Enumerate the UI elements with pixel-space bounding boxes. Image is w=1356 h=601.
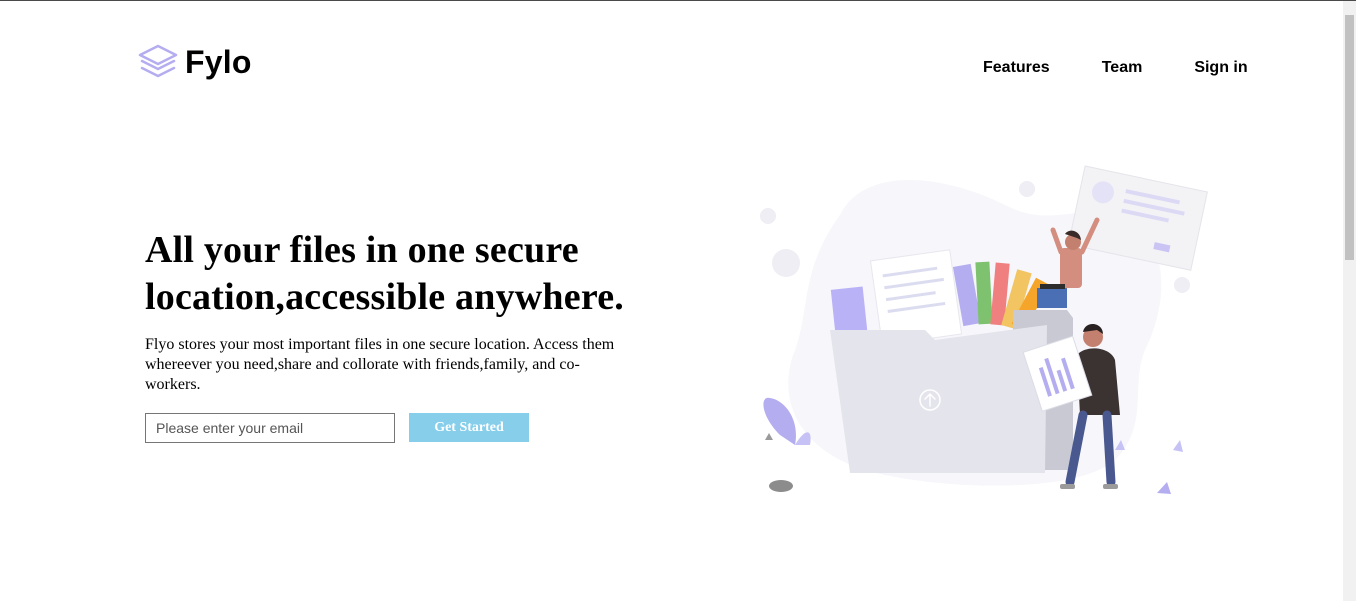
hero-illustration: [760, 165, 1208, 494]
nav-link-features[interactable]: Features: [983, 58, 1050, 78]
window-top-border: [0, 0, 1356, 1]
hero-headline: All your files in one secure location,ac…: [145, 229, 624, 318]
main-nav: Features Team Sign in: [983, 58, 1248, 78]
get-started-button[interactable]: Get Started: [409, 413, 529, 442]
nav-link-sign-in[interactable]: Sign in: [1194, 58, 1247, 78]
scrollbar-thumb[interactable]: [1345, 15, 1354, 260]
vertical-scrollbar[interactable]: [1343, 1, 1356, 601]
hero-description: Flyo stores your most important files in…: [145, 336, 615, 393]
brand-logo[interactable]: Fylo: [138, 44, 252, 80]
stacked-layers-icon: [138, 44, 178, 78]
brand-name: Fylo: [185, 44, 252, 80]
nav-link-team[interactable]: Team: [1102, 58, 1143, 78]
email-input[interactable]: [145, 413, 395, 443]
